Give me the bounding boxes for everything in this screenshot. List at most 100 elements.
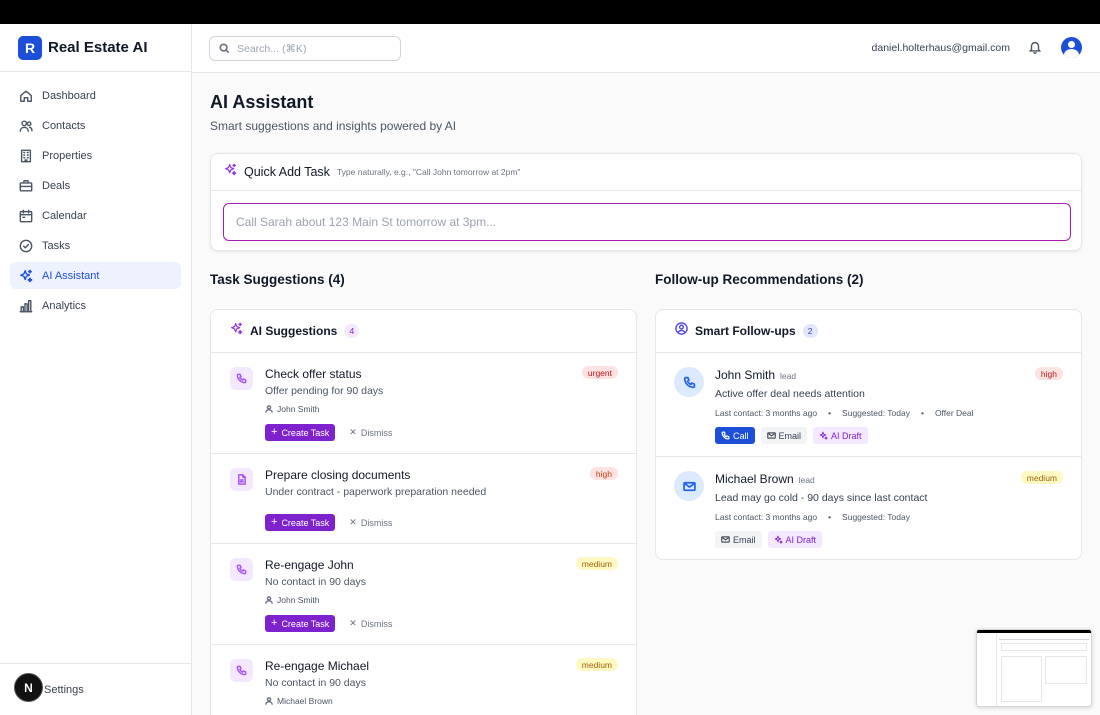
phone-icon — [721, 431, 730, 440]
suggestion-title: Re-engage Michael — [265, 659, 370, 673]
contact-type-tag: lead — [798, 475, 815, 485]
sidebar-nav: Dashboard Contacts Properties Deals Cale… — [0, 72, 191, 332]
sidebar-item-dashboard[interactable]: Dashboard — [10, 82, 181, 109]
sidebar-item-label: Calendar — [42, 209, 87, 222]
suggestion-item: Prepare closing documents Under contract… — [211, 454, 636, 544]
suggestion-item: Re-engage Michael No contact in 90 days … — [211, 645, 636, 715]
priority-badge: urgent — [581, 366, 618, 379]
call-button[interactable]: Call — [715, 427, 755, 444]
suggestion-actions: + Create Task ✕ Dismiss — [265, 514, 392, 531]
sidebar-item-label: Analytics — [42, 299, 87, 312]
ai-draft-label: AI Draft — [831, 430, 862, 441]
contact-name: John Smith — [277, 404, 320, 414]
sidebar-item-properties[interactable]: Properties — [10, 142, 181, 169]
mail-icon — [674, 471, 704, 501]
document-icon — [230, 468, 253, 491]
create-task-label: Create Task — [281, 517, 330, 528]
sidebar-item-label: Tasks — [42, 239, 71, 252]
follow-up-item: John Smith lead high Active offer deal ne… — [656, 353, 1081, 457]
priority-badge: high — [1034, 367, 1063, 380]
follow-up-meta: Last contact: 3 months ago • Suggested: To… — [715, 512, 910, 522]
last-contact: Last contact: 3 months ago — [715, 512, 818, 522]
sidebar-item-label: Dashboard — [42, 89, 96, 102]
ai-draft-button[interactable]: AI Draft — [767, 531, 823, 548]
sidebar-item-ai-assistant[interactable]: AI Assistant — [10, 262, 181, 289]
dismiss-button[interactable]: ✕ Dismiss — [349, 517, 392, 528]
sidebar-item-analytics[interactable]: Analytics — [10, 292, 181, 319]
search-input[interactable] — [237, 42, 387, 55]
suggestion-title: Re-engage John — [265, 558, 354, 572]
contact-name: John Smith lead — [715, 368, 796, 382]
suggestion-actions: + Create Task ✕ Dismiss — [265, 424, 392, 441]
thumb-card — [1001, 656, 1042, 702]
contact-name: Michael Brown — [277, 696, 333, 706]
users-icon — [19, 119, 33, 132]
quick-add-input[interactable] — [223, 203, 1071, 241]
sidebar-item-contacts[interactable]: Contacts — [10, 112, 181, 139]
sparkles-icon — [230, 322, 243, 340]
mail-icon — [766, 432, 776, 439]
email-button[interactable]: Email — [760, 427, 808, 444]
phone-icon — [674, 367, 704, 397]
quick-add-hint: Type naturally, e.g., "Call John tomorro… — [336, 167, 521, 177]
briefcase-icon — [19, 179, 33, 192]
quick-add-title: Quick Add Task — [244, 165, 330, 179]
dev-tools-badge[interactable]: N — [14, 673, 43, 702]
sidebar-item-deals[interactable]: Deals — [10, 172, 181, 199]
avatar-head — [1068, 41, 1075, 48]
bell-icon — [1028, 41, 1042, 54]
suggestion-description: Under contract - paperwork preparation n… — [265, 486, 487, 498]
suggestion-contact: John Smith — [265, 595, 320, 605]
avatar-body — [1064, 49, 1079, 58]
thumb-header-line — [999, 639, 1089, 640]
brand[interactable]: R Real Estate AI — [0, 24, 191, 72]
page-preview-thumbnail[interactable] — [976, 629, 1092, 707]
user-email: daniel.holterhaus@gmail.com — [871, 42, 1010, 54]
suggestion-title: Prepare closing documents — [265, 468, 411, 482]
email-label: Email — [733, 534, 756, 545]
suggestion-count-badge: 4 — [344, 324, 360, 338]
ai-draft-button[interactable]: AI Draft — [813, 427, 868, 444]
building-icon — [20, 149, 32, 162]
brand-logo: R — [18, 35, 42, 60]
notifications-button[interactable] — [1028, 40, 1042, 54]
sidebar-item-tasks[interactable]: Tasks — [10, 232, 181, 259]
follow-up-reason: Lead may go cold - 90 days since last co… — [715, 492, 928, 504]
separator-dot: • — [828, 408, 832, 418]
suggested-date: Suggested: Today — [842, 512, 910, 522]
follow-up-actions: Call Email AI Draft — [715, 427, 874, 444]
last-contact: Last contact: 3 months ago — [715, 408, 818, 418]
page-title: AI Assistant — [210, 92, 314, 112]
contact-name: John Smith — [277, 595, 320, 605]
task-suggestions-heading: Task Suggestions (4) — [210, 272, 345, 287]
phone-icon — [230, 659, 253, 682]
follow-up-reason: Active offer deal needs attention — [715, 388, 865, 400]
suggestion-contact: John Smith — [265, 404, 320, 414]
smart-follow-ups-title: Smart Follow-ups — [695, 324, 796, 338]
email-button[interactable]: Email — [715, 531, 762, 548]
create-task-button[interactable]: + Create Task — [265, 615, 336, 632]
sidebar-item-label: Properties — [42, 149, 93, 162]
sidebar-item-calendar[interactable]: Calendar — [10, 202, 181, 229]
priority-badge: medium — [575, 658, 618, 671]
dismiss-label: Dismiss — [360, 427, 393, 438]
create-task-button[interactable]: + Create Task — [265, 514, 336, 531]
user-avatar[interactable] — [1061, 37, 1082, 58]
search-box[interactable] — [209, 36, 401, 61]
top-header: daniel.holterhaus@gmail.com — [192, 24, 1100, 73]
bar-chart-icon — [19, 299, 33, 312]
dismiss-button[interactable]: ✕ Dismiss — [349, 618, 392, 629]
suggestion-actions: + Create Task ✕ Dismiss — [265, 615, 392, 632]
quick-add-header: Quick Add Task Type naturally, e.g., "Ca… — [211, 154, 1081, 191]
dismiss-button[interactable]: ✕ Dismiss — [349, 427, 392, 438]
sidebar-item-label: Settings — [44, 683, 84, 696]
suggestion-description: Offer pending for 90 days — [265, 385, 384, 397]
sparkles-icon — [774, 535, 783, 544]
user-icon — [265, 596, 273, 604]
create-task-button[interactable]: + Create Task — [265, 424, 336, 441]
check-circle-icon — [19, 239, 33, 252]
plus-icon: + — [271, 426, 278, 438]
mail-icon — [721, 536, 730, 543]
sparkles-icon — [224, 163, 237, 181]
sidebar-item-label: Contacts — [42, 119, 86, 132]
